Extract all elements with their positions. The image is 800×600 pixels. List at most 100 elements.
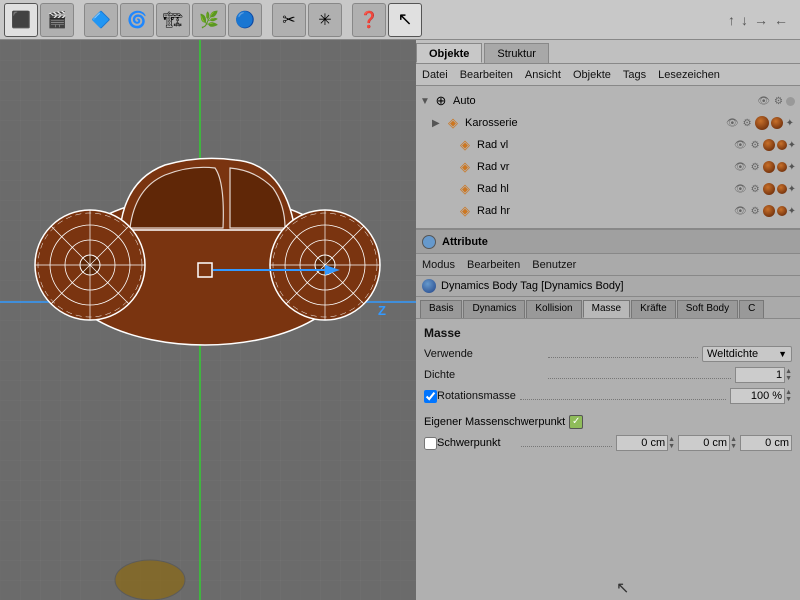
tool-select[interactable]: ↖ bbox=[388, 3, 422, 37]
schwerpunkt-checkbox[interactable] bbox=[424, 437, 437, 450]
render-icon[interactable]: ⚙ bbox=[751, 140, 760, 151]
tag-icon: ✦ bbox=[788, 184, 796, 195]
render-icon[interactable]: ⚙ bbox=[743, 118, 752, 129]
viewport-nav-arrows[interactable]: ↑ ↓ → ← bbox=[728, 12, 788, 28]
tool-cube[interactable]: 🔷 bbox=[84, 3, 118, 37]
attribute-object-name: Dynamics Body Tag [Dynamics Body] bbox=[441, 280, 624, 292]
tool-deform[interactable]: ✳ bbox=[308, 3, 342, 37]
visibility-icon[interactable]: 👁 bbox=[757, 96, 770, 107]
rotationsmasse-input[interactable] bbox=[730, 388, 785, 404]
expand-icon[interactable]: ▼ bbox=[420, 96, 432, 107]
main-layout: Z bbox=[0, 40, 800, 600]
visibility-icon[interactable]: 👁 bbox=[734, 206, 747, 217]
menu-tags[interactable]: Tags bbox=[623, 69, 646, 81]
object-name: Rad hl bbox=[477, 183, 732, 195]
expand-icon[interactable]: ▶ bbox=[432, 118, 444, 129]
y-spinner[interactable]: ▲ ▼ bbox=[730, 436, 737, 450]
list-item[interactable]: ▶ ◈ Karosserie 👁 ⚙ ✦ bbox=[416, 112, 800, 134]
render-icon[interactable]: ⚙ bbox=[751, 184, 760, 195]
dots-separator bbox=[521, 439, 612, 447]
main-toolbar: ⬛ 🎬 🔷 🌀 🏗 🌿 🔵 ✂ ✳ ❓ ↖ ↑ ↓ → ← bbox=[0, 0, 800, 40]
tag-icon: ✦ bbox=[786, 118, 794, 129]
menu-ansicht[interactable]: Ansicht bbox=[525, 69, 561, 81]
spin-up-icon[interactable]: ▲ bbox=[785, 389, 792, 396]
list-item[interactable]: ◈ Rad hl 👁 ⚙ ✦ bbox=[416, 178, 800, 200]
tool-cut[interactable]: ✂ bbox=[272, 3, 306, 37]
tool-new[interactable]: ⬛ bbox=[4, 3, 38, 37]
menu-lesezeichen[interactable]: Lesezeichen bbox=[658, 69, 720, 81]
material-dot-2 bbox=[777, 206, 787, 216]
attr-tab-kraefte[interactable]: Kräfte bbox=[631, 300, 676, 318]
attribute-panel-title: Attribute bbox=[442, 236, 488, 248]
visibility-icon[interactable]: 👁 bbox=[726, 118, 739, 129]
tool-scene[interactable]: 🎬 bbox=[40, 3, 74, 37]
spin-down-icon[interactable]: ▼ bbox=[785, 375, 792, 382]
tool-sphere[interactable]: 🔵 bbox=[228, 3, 262, 37]
list-item[interactable]: ▼ ⊕ Auto 👁 ⚙ bbox=[416, 90, 800, 112]
visibility-icon[interactable]: 👁 bbox=[734, 184, 747, 195]
attr-tab-dynamics[interactable]: Dynamics bbox=[463, 300, 525, 318]
dots-separator bbox=[548, 371, 731, 379]
eigener-row: Eigener Massenschwerpunkt ✓ bbox=[424, 412, 792, 432]
tool-nurbs[interactable]: 🌀 bbox=[120, 3, 154, 37]
svg-text:Z: Z bbox=[378, 303, 386, 318]
render-icon[interactable]: ⚙ bbox=[751, 206, 760, 217]
right-panel: Objekte Struktur Datei Bearbeiten Ansich… bbox=[416, 40, 800, 600]
spin-up-icon[interactable]: ▲ bbox=[668, 436, 675, 443]
list-item[interactable]: ◈ Rad hr 👁 ⚙ ✦ bbox=[416, 200, 800, 222]
attr-tab-softbody[interactable]: Soft Body bbox=[677, 300, 738, 318]
object-icon-mesh: ◈ bbox=[456, 159, 474, 175]
list-item[interactable]: ◈ Rad vl 👁 ⚙ ✦ bbox=[416, 134, 800, 156]
object-name: Auto bbox=[453, 95, 755, 107]
schwerpunkt-x-input[interactable] bbox=[616, 435, 668, 451]
object-icon-mesh: ◈ bbox=[456, 137, 474, 153]
spin-down-icon[interactable]: ▼ bbox=[668, 443, 675, 450]
3d-viewport[interactable]: Z bbox=[0, 40, 416, 600]
menu-bearbeiten[interactable]: Bearbeiten bbox=[460, 69, 513, 81]
attr-tab-basis[interactable]: Basis bbox=[420, 300, 462, 318]
dichte-input[interactable] bbox=[735, 367, 785, 383]
spin-up-icon[interactable]: ▲ bbox=[785, 368, 792, 375]
spin-down-icon[interactable]: ▼ bbox=[785, 396, 792, 403]
attr-tab-kollision[interactable]: Kollision bbox=[526, 300, 581, 318]
menu-objekte[interactable]: Objekte bbox=[573, 69, 611, 81]
object-list: ▼ ⊕ Auto 👁 ⚙ ▶ ◈ Karosserie 👁 ⚙ bbox=[416, 86, 800, 226]
dichte-field: ▲ ▼ bbox=[735, 367, 792, 383]
attr-menu-bearbeiten[interactable]: Bearbeiten bbox=[467, 259, 520, 271]
object-name: Karosserie bbox=[465, 117, 724, 129]
tool-grass[interactable]: 🌿 bbox=[192, 3, 226, 37]
attr-menu-benutzer[interactable]: Benutzer bbox=[532, 259, 576, 271]
schwerpunkt-y-input[interactable] bbox=[678, 435, 730, 451]
visibility-icon[interactable]: 👁 bbox=[734, 162, 747, 173]
verwende-row: Verwende Weltdichte ▼ bbox=[424, 344, 792, 364]
render-icon[interactable]: ⚙ bbox=[774, 96, 783, 107]
menu-datei[interactable]: Datei bbox=[422, 69, 448, 81]
material-dot bbox=[763, 161, 775, 173]
attr-tab-c[interactable]: C bbox=[739, 300, 764, 318]
eigener-wrapper: Eigener Massenschwerpunkt ✓ bbox=[424, 415, 583, 429]
tab-struktur[interactable]: Struktur bbox=[484, 43, 549, 63]
spin-up-icon[interactable]: ▲ bbox=[730, 436, 737, 443]
schwerpunkt-z-input[interactable] bbox=[740, 435, 792, 451]
verwende-label: Verwende bbox=[424, 348, 544, 360]
dichte-spinner[interactable]: ▲ ▼ bbox=[785, 368, 792, 382]
material-dot bbox=[763, 205, 775, 217]
dots-separator bbox=[520, 392, 726, 400]
tool-question[interactable]: ❓ bbox=[352, 3, 386, 37]
spin-down-icon[interactable]: ▼ bbox=[730, 443, 737, 450]
rotationsmasse-spinner[interactable]: ▲ ▼ bbox=[785, 389, 792, 403]
verwende-value: Weltdichte bbox=[707, 348, 758, 360]
attr-tab-masse[interactable]: Masse bbox=[583, 300, 630, 318]
render-icon[interactable]: ⚙ bbox=[751, 162, 760, 173]
tool-loft[interactable]: 🏗 bbox=[156, 3, 190, 37]
object-panel: Objekte Struktur Datei Bearbeiten Ansich… bbox=[416, 40, 800, 230]
verwende-dropdown[interactable]: Weltdichte ▼ bbox=[702, 346, 792, 362]
visibility-icon[interactable]: 👁 bbox=[734, 140, 747, 151]
rotationsmasse-checkbox[interactable] bbox=[424, 390, 437, 403]
x-spinner[interactable]: ▲ ▼ bbox=[668, 436, 675, 450]
material-dot-2 bbox=[777, 162, 787, 172]
tab-objekte[interactable]: Objekte bbox=[416, 43, 482, 63]
object-name: Rad vr bbox=[477, 161, 732, 173]
attr-menu-modus[interactable]: Modus bbox=[422, 259, 455, 271]
list-item[interactable]: ◈ Rad vr 👁 ⚙ ✦ bbox=[416, 156, 800, 178]
